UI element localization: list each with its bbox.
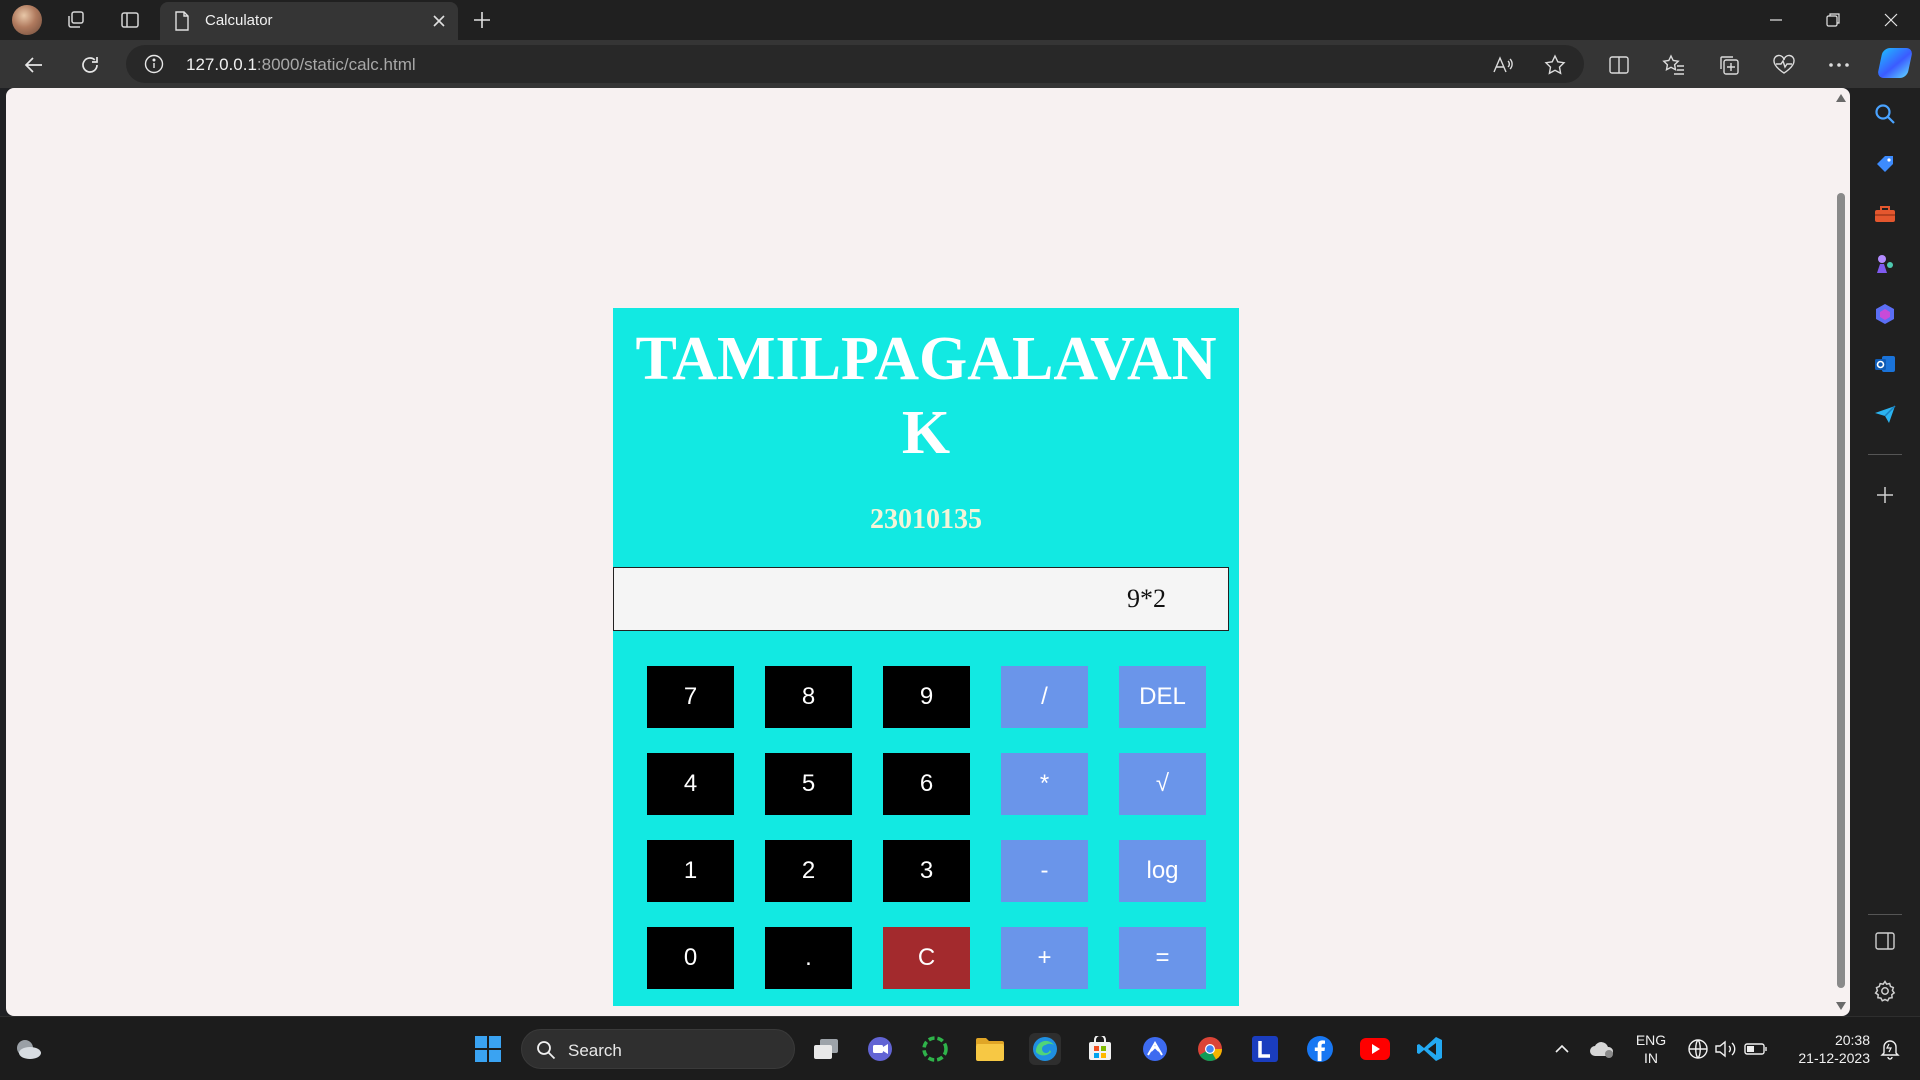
battery-icon[interactable]: [1740, 1033, 1772, 1065]
key-digit-button[interactable]: 3: [883, 840, 970, 902]
key-digit-button[interactable]: .: [765, 927, 852, 989]
collections-icon[interactable]: [1716, 52, 1742, 78]
outlook-icon[interactable]: [1873, 352, 1897, 376]
microsoft-store-icon[interactable]: [1084, 1033, 1116, 1065]
taskbar-search-input[interactable]: Search: [521, 1029, 795, 1069]
input-language-indicator[interactable]: ENG IN: [1626, 1031, 1676, 1067]
key-op-button[interactable]: /: [1001, 666, 1088, 728]
key-op-button[interactable]: *: [1001, 753, 1088, 815]
key-digit-button[interactable]: 7: [647, 666, 734, 728]
key-op-button[interactable]: log: [1119, 840, 1206, 902]
close-window-button[interactable]: [1864, 0, 1918, 40]
settings-gear-icon[interactable]: [1873, 979, 1897, 1003]
vscode-icon[interactable]: [1414, 1033, 1446, 1065]
youtube-icon[interactable]: [1359, 1033, 1391, 1065]
scroll-up-arrow-icon[interactable]: [1836, 94, 1846, 102]
workspaces-icon[interactable]: [64, 8, 88, 32]
search-icon[interactable]: [1873, 102, 1897, 126]
new-tab-button[interactable]: [468, 6, 496, 34]
profile-avatar[interactable]: [12, 5, 42, 35]
tab-actions-icon[interactable]: [118, 8, 142, 32]
weather-icon[interactable]: [12, 1033, 44, 1065]
clock-time: 20:38: [1834, 1032, 1870, 1048]
key-digit-button[interactable]: 4: [647, 753, 734, 815]
key-op-button[interactable]: =: [1119, 927, 1206, 989]
notification-bell-icon[interactable]: [1874, 1033, 1906, 1065]
l-app-icon[interactable]: [1249, 1033, 1281, 1065]
chevron-up-icon[interactable]: [1546, 1033, 1578, 1065]
key-op-button[interactable]: DEL: [1119, 666, 1206, 728]
sidebar-divider: [1868, 454, 1902, 455]
refresh-button[interactable]: [74, 49, 106, 81]
calculator-panel: TAMILPAGALAVAN K 23010135 9*2 7 8 9 / DEL 4 5 6…: [613, 308, 1239, 1006]
keypad: 7 8 9 / DEL 4 5 6 * √ 1 2 3- log 0. C + =: [647, 666, 1206, 989]
volume-speaker-icon[interactable]: [1710, 1033, 1742, 1065]
circular-app-icon[interactable]: [919, 1033, 951, 1065]
page-viewport: TAMILPAGALAVAN K 23010135 9*2 7 8 9 / DEL 4 5 6…: [6, 88, 1850, 1016]
split-screen-icon[interactable]: [1606, 52, 1632, 78]
browser-essentials-icon[interactable]: [1771, 52, 1797, 78]
search-icon: [536, 1040, 556, 1065]
send-paper-plane-icon[interactable]: [1873, 402, 1897, 426]
clock[interactable]: 20:38 21-12-2023: [1780, 1031, 1870, 1067]
key-op-button[interactable]: -: [1001, 840, 1088, 902]
close-icon[interactable]: [428, 10, 450, 32]
games-icon[interactable]: [1873, 252, 1897, 276]
key-digit-button[interactable]: 2: [765, 840, 852, 902]
page-icon: [174, 11, 190, 36]
add-sidebar-item-icon[interactable]: [1873, 483, 1897, 507]
edge-sidebar: [1850, 88, 1920, 1016]
hide-sidebar-icon[interactable]: [1873, 929, 1897, 953]
key-op-button[interactable]: √: [1119, 753, 1206, 815]
app-triangle-icon[interactable]: [1139, 1033, 1171, 1065]
task-view-icon[interactable]: [810, 1033, 842, 1065]
search-label: Search: [568, 1041, 622, 1060]
student-id: 23010135: [870, 504, 982, 535]
start-windows-icon[interactable]: [472, 1033, 504, 1065]
browser-toolbar: 127.0.0.1:8000/static/calc.html: [0, 40, 1920, 88]
scroll-down-arrow-icon[interactable]: [1836, 1002, 1846, 1010]
key-op-button[interactable]: +: [1001, 927, 1088, 989]
key-clear-button[interactable]: C: [883, 927, 970, 989]
sidebar-divider-bottom: [1868, 914, 1902, 915]
back-button[interactable]: [18, 49, 50, 81]
scroll-thumb[interactable]: [1837, 193, 1845, 988]
url-text: 127.0.0.1:8000/static/calc.html: [186, 55, 416, 74]
chrome-icon[interactable]: [1194, 1033, 1226, 1065]
tools-briefcase-icon[interactable]: [1873, 202, 1897, 226]
tab-title: Calculator: [205, 12, 273, 29]
page-scrollbar[interactable]: [1834, 88, 1848, 1016]
favorites-icon[interactable]: [1661, 52, 1687, 78]
windows-taskbar: Search ENG IN 20:38 21-12-2023: [0, 1016, 1920, 1080]
address-bar[interactable]: 127.0.0.1:8000/static/calc.html: [126, 45, 1584, 83]
more-options-icon[interactable]: [1826, 52, 1852, 78]
key-digit-button[interactable]: 6: [883, 753, 970, 815]
favorite-star-icon[interactable]: [1544, 54, 1566, 76]
calculator-display[interactable]: 9*2: [613, 567, 1229, 631]
onedrive-cloud-icon[interactable]: [1586, 1033, 1618, 1065]
shopping-tag-icon[interactable]: [1873, 152, 1897, 176]
read-aloud-icon[interactable]: [1492, 54, 1514, 76]
key-digit-button[interactable]: 8: [765, 666, 852, 728]
tab-calculator[interactable]: Calculator: [160, 2, 458, 40]
facebook-icon[interactable]: [1304, 1033, 1336, 1065]
key-digit-button[interactable]: 1: [647, 840, 734, 902]
calculator-title: TAMILPAGALAVAN K: [635, 325, 1217, 467]
key-digit-button[interactable]: 9: [883, 666, 970, 728]
copilot-icon[interactable]: [1876, 48, 1914, 78]
file-explorer-icon[interactable]: [974, 1033, 1006, 1065]
browser-titlebar: Calculator: [0, 0, 1920, 40]
info-icon[interactable]: [144, 54, 164, 79]
key-digit-button[interactable]: 0: [647, 927, 734, 989]
microsoft-365-icon[interactable]: [1873, 302, 1897, 326]
restore-button[interactable]: [1806, 0, 1860, 40]
clock-date: 21-12-2023: [1798, 1050, 1870, 1066]
teams-chat-icon[interactable]: [864, 1033, 896, 1065]
minimize-button[interactable]: [1749, 0, 1803, 40]
edge-browser-icon[interactable]: [1029, 1033, 1061, 1065]
key-digit-button[interactable]: 5: [765, 753, 852, 815]
